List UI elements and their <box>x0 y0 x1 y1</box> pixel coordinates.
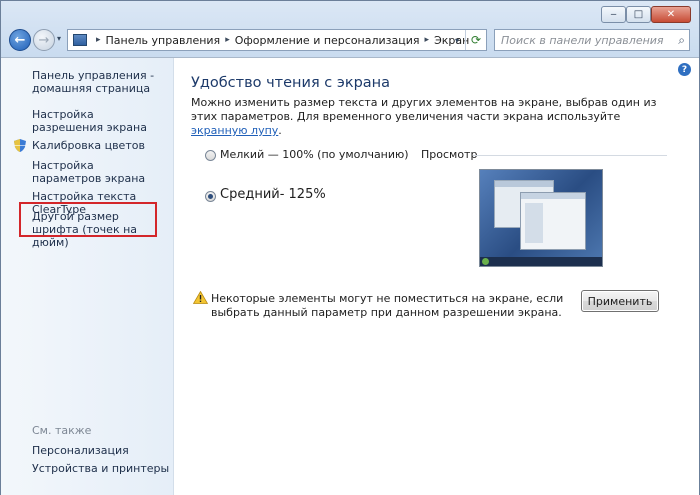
address-dropdown-icon[interactable]: ▾ <box>450 30 464 50</box>
close-button[interactable]: ✕ <box>651 6 691 23</box>
breadcrumb-separator-icon[interactable]: ▸ <box>225 35 230 45</box>
breadcrumb-appearance[interactable]: Оформление и персонализация <box>235 34 420 47</box>
minimize-button[interactable]: ‒ <box>601 6 626 23</box>
shield-icon <box>14 139 26 152</box>
navigation-bar: ← → ▾ ▸ Панель управления ▸ Оформление и… <box>1 28 699 54</box>
description-body: Можно изменить размер текста и других эл… <box>191 96 657 123</box>
sidebar-link-resolution[interactable]: Настройка разрешения экрана <box>32 108 162 134</box>
maximize-button[interactable]: □ <box>626 6 651 23</box>
preview-window-front <box>520 192 586 250</box>
address-bar[interactable]: ▸ Панель управления ▸ Оформление и персо… <box>67 29 487 51</box>
warning-text: Некоторые элементы могут не поместиться … <box>211 292 564 319</box>
warning-icon <box>193 291 208 304</box>
breadcrumb-separator-icon[interactable]: ▸ <box>425 35 430 45</box>
size-small-label[interactable]: Мелкий — 100% (по умолчанию) <box>220 148 409 161</box>
sidebar-link-display-settings[interactable]: Настройка параметров экрана <box>32 159 152 185</box>
see-also-heading: См. также <box>32 424 92 437</box>
preview-divider <box>473 155 667 156</box>
back-button[interactable]: ← <box>9 29 31 51</box>
preview-label: Просмотр <box>421 148 478 161</box>
highlight-box <box>19 202 157 237</box>
preview-image <box>479 169 603 267</box>
sidebar-link-calibrate-color[interactable]: Калибровка цветов <box>32 139 145 152</box>
breadcrumb-separator-icon[interactable]: ▸ <box>96 35 101 45</box>
search-input[interactable]: Поиск в панели управления ⌕ <box>494 29 690 51</box>
control-panel-icon <box>73 34 87 46</box>
description-text: Можно изменить размер текста и других эл… <box>191 96 671 138</box>
search-icon[interactable]: ⌕ <box>678 33 685 48</box>
size-small-radio[interactable] <box>205 150 216 161</box>
content-area: Панель управления - домашняя страница На… <box>1 57 699 495</box>
magnifier-link[interactable]: экранную лупу <box>191 124 278 137</box>
preview-start-icon <box>482 258 489 265</box>
sidebar-link-personalization[interactable]: Персонализация <box>32 444 129 457</box>
size-medium-radio[interactable] <box>205 191 216 202</box>
preview-taskbar <box>480 257 602 266</box>
caption-buttons: ‒ □ ✕ <box>601 6 691 23</box>
sidebar-link-devices-printers[interactable]: Устройства и принтеры <box>32 462 169 475</box>
apply-button[interactable]: Применить <box>581 290 659 312</box>
search-placeholder: Поиск в панели управления <box>501 33 664 47</box>
breadcrumb-control-panel[interactable]: Панель управления <box>106 34 221 47</box>
sidebar: Панель управления - домашняя страница На… <box>1 58 174 495</box>
forward-button[interactable]: → <box>33 29 55 51</box>
sidebar-link-home[interactable]: Панель управления - домашняя страница <box>32 69 162 95</box>
recent-pages-dropdown[interactable]: ▾ <box>57 34 61 43</box>
page-title: Удобство чтения с экрана <box>191 75 391 91</box>
refresh-icon[interactable]: ⟳ <box>465 30 486 50</box>
help-icon[interactable]: ? <box>678 63 691 76</box>
description-end: . <box>278 124 282 137</box>
control-panel-window: ‒ □ ✕ ← → ▾ ▸ Панель управления ▸ Оформл… <box>0 0 700 495</box>
size-medium-label[interactable]: Средний- 125% <box>220 187 326 202</box>
